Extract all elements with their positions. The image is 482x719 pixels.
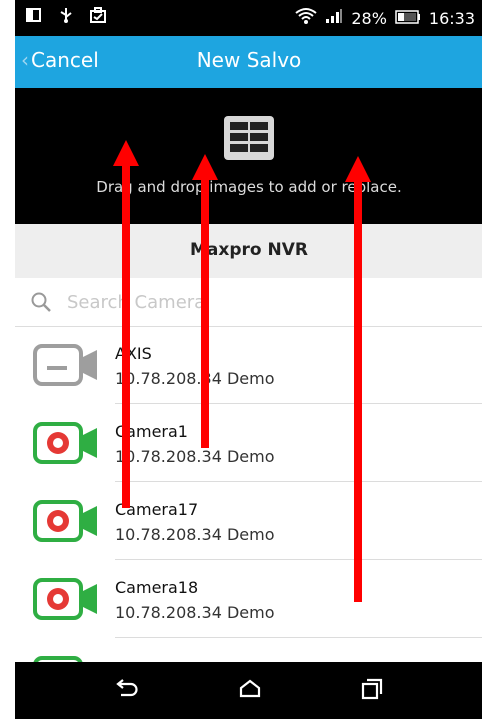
list-item[interactable]: Camera1 10.78.208.34 Demo — [15, 404, 482, 482]
list-item[interactable]: AXIS 10.78.208.34 Demo — [15, 326, 482, 404]
camera-name: Camera18 — [115, 578, 199, 597]
drop-zone[interactable]: Drag and drop images to add or replace. — [15, 88, 482, 224]
back-icon[interactable] — [113, 676, 139, 706]
system-nav-bar — [15, 662, 482, 719]
nvr-title: Maxpro NVR — [190, 240, 308, 260]
camera-list: AXIS 10.78.208.34 Demo Camera1 10.78.208… — [15, 326, 482, 716]
camera-detail: 10.78.208.34 Demo — [115, 525, 275, 544]
camera-name: Camera1 — [115, 422, 188, 441]
camera-name: AXIS — [115, 344, 152, 363]
camera-recording-icon — [33, 500, 99, 546]
clock: 16:33 — [428, 8, 475, 28]
phone-screen: 28% 16:33 ‹ Cancel New Salvo Drag and dr… — [15, 0, 482, 719]
search-icon — [29, 290, 53, 318]
list-item[interactable]: Camera18 10.78.208.34 Demo — [15, 560, 482, 638]
battery-percent: 28% — [351, 8, 387, 28]
briefcase-icon — [89, 6, 107, 24]
status-icons-left — [25, 6, 107, 24]
search-input[interactable] — [65, 289, 449, 315]
status-icons-right: 28% 16:33 — [295, 7, 475, 29]
wifi-icon — [295, 7, 317, 29]
home-icon[interactable] — [237, 676, 263, 706]
camera-recording-icon — [33, 422, 99, 468]
camera-detail: 10.78.208.34 Demo — [115, 447, 275, 466]
camera-name: Camera17 — [115, 500, 199, 519]
camera-detail: 10.78.208.34 Demo — [115, 603, 275, 622]
drop-zone-instruction: Drag and drop images to add or replace. — [96, 178, 402, 196]
camera-offline-icon — [33, 344, 99, 390]
list-item[interactable]: Camera17 10.78.208.34 Demo — [15, 482, 482, 560]
usb-icon — [57, 6, 75, 24]
camera-detail: 10.78.208.34 Demo — [115, 369, 275, 388]
notification-icon — [25, 6, 43, 24]
signal-icon — [325, 8, 343, 28]
nvr-header: Maxpro NVR — [15, 224, 482, 278]
recents-icon[interactable] — [359, 676, 385, 706]
camera-recording-icon — [33, 578, 99, 624]
page-title: New Salvo — [196, 48, 302, 72]
grid-layout-icon — [223, 115, 275, 165]
search-bar — [15, 278, 482, 327]
battery-icon — [395, 9, 421, 28]
status-bar: 28% 16:33 — [15, 0, 482, 36]
app-bar: ‹ Cancel New Salvo — [15, 36, 482, 88]
